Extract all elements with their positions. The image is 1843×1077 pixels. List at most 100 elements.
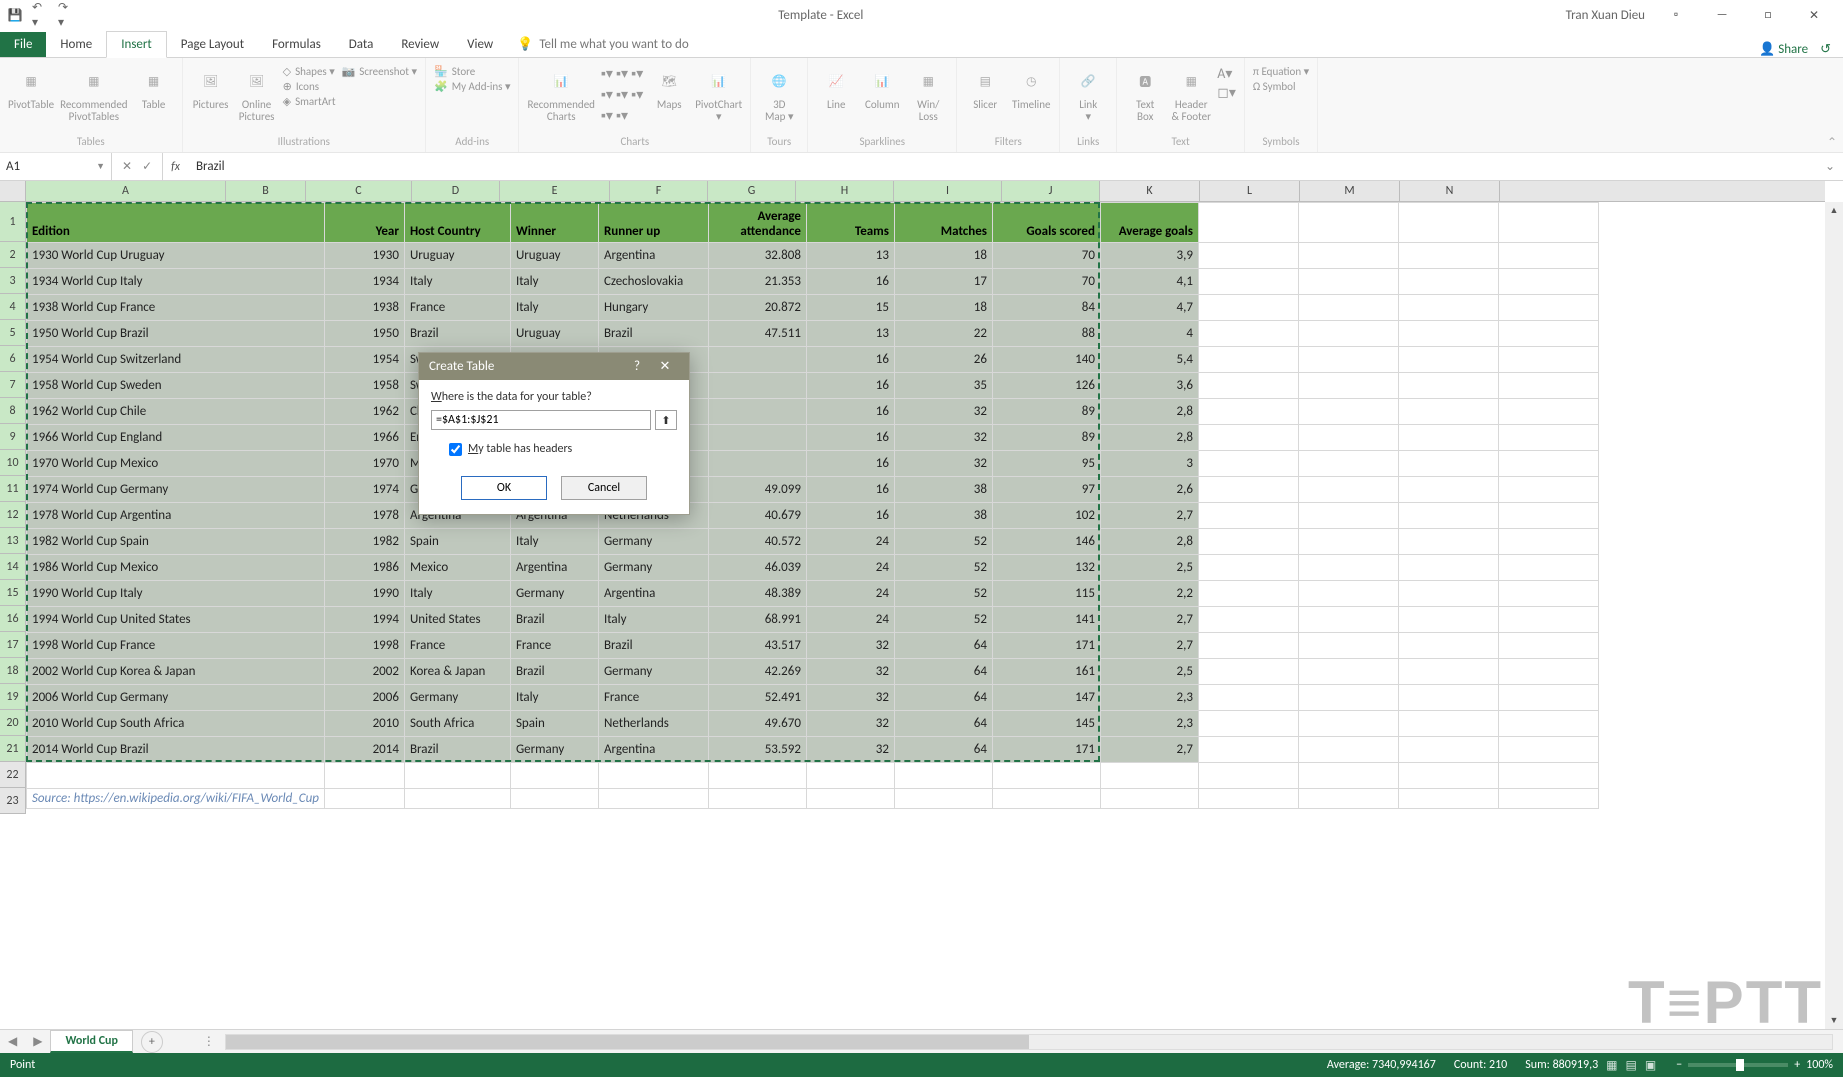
col-A[interactable]: A <box>26 181 226 201</box>
range-picker-icon[interactable]: ⬆ <box>655 410 677 430</box>
view-normal-icon[interactable]: ▦ <box>1606 1058 1617 1073</box>
row-23[interactable]: 23 <box>0 788 25 814</box>
col-E[interactable]: E <box>500 181 610 201</box>
row-17[interactable]: 17 <box>0 632 25 658</box>
col-F[interactable]: F <box>610 181 708 201</box>
dialog-close-icon[interactable]: ✕ <box>651 359 679 374</box>
row-14[interactable]: 14 <box>0 554 25 580</box>
column-headers[interactable]: ABCDEFGHIJKLMN <box>26 181 1825 202</box>
collapse-ribbon-icon[interactable]: ⌃ <box>1827 135 1837 150</box>
col-H[interactable]: H <box>796 181 894 201</box>
col-K[interactable]: K <box>1100 181 1200 201</box>
row-4[interactable]: 4 <box>0 294 25 320</box>
tab-formulas[interactable]: Formulas <box>258 32 335 57</box>
3d-map-button[interactable]: 🌐3DMap ▾ <box>759 65 799 123</box>
zoom-out-icon[interactable]: − <box>1676 1058 1682 1072</box>
enter-formula-icon[interactable]: ✓ <box>142 159 152 174</box>
tab-page-layout[interactable]: Page Layout <box>167 32 258 57</box>
row-15[interactable]: 15 <box>0 580 25 606</box>
col-D[interactable]: D <box>412 181 500 201</box>
share-button[interactable]: 👤 Share <box>1759 42 1808 57</box>
screenshot-button[interactable]: 📷 Screenshot ▾ <box>342 65 417 78</box>
row-21[interactable]: 21 <box>0 736 25 762</box>
row-19[interactable]: 19 <box>0 684 25 710</box>
ok-button[interactable]: OK <box>461 476 547 500</box>
spreadsheet-grid[interactable]: ABCDEFGHIJKLMN 1234567891011121314151617… <box>0 181 1843 1029</box>
add-sheet-icon[interactable]: + <box>141 1031 163 1053</box>
cancel-button[interactable]: Cancel <box>561 476 647 500</box>
row-headers[interactable]: 1234567891011121314151617181920212223 <box>0 202 26 814</box>
zoom-level[interactable]: 100% <box>1806 1058 1833 1072</box>
row-1[interactable]: 1 <box>0 202 25 242</box>
row-20[interactable]: 20 <box>0 710 25 736</box>
col-J[interactable]: J <box>1002 181 1100 201</box>
scroll-down-icon[interactable]: ▼ <box>1827 1012 1842 1029</box>
zoom-slider[interactable] <box>1688 1063 1788 1067</box>
maps-button[interactable]: 🗺Maps <box>649 65 689 111</box>
row-12[interactable]: 12 <box>0 502 25 528</box>
col-I[interactable]: I <box>894 181 1002 201</box>
sheet-tab-worldcup[interactable]: World Cup <box>50 1030 132 1053</box>
row-18[interactable]: 18 <box>0 658 25 684</box>
shapes-button[interactable]: ◇ Shapes ▾ <box>283 65 336 78</box>
tab-insert[interactable]: Insert <box>106 31 167 58</box>
undo-icon[interactable]: ↶ ▾ <box>32 6 50 24</box>
dialog-help-icon[interactable]: ? <box>623 359 651 374</box>
pictures-button[interactable]: 🖼Pictures <box>191 65 231 111</box>
tab-review[interactable]: Review <box>387 32 453 57</box>
row-6[interactable]: 6 <box>0 346 25 372</box>
header-footer-button[interactable]: ▦Header& Footer <box>1171 65 1211 123</box>
redo-icon[interactable]: ↷ ▾ <box>58 6 76 24</box>
row-11[interactable]: 11 <box>0 476 25 502</box>
tab-view[interactable]: View <box>453 32 507 57</box>
tab-data[interactable]: Data <box>335 32 388 57</box>
recommended-charts-button[interactable]: 📊RecommendedCharts <box>527 65 594 123</box>
pivottable-button[interactable]: ▦PivotTable <box>8 65 54 111</box>
store-button[interactable]: 🏪 Store <box>434 65 510 78</box>
name-box[interactable]: A1▼ <box>0 153 112 180</box>
col-M[interactable]: M <box>1300 181 1400 201</box>
col-G[interactable]: G <box>708 181 796 201</box>
close-icon[interactable]: ✕ <box>1791 0 1837 30</box>
view-page-layout-icon[interactable]: ▤ <box>1626 1058 1637 1073</box>
range-input[interactable] <box>431 410 651 430</box>
row-5[interactable]: 5 <box>0 320 25 346</box>
maximize-icon[interactable]: □ <box>1745 0 1791 30</box>
row-10[interactable]: 10 <box>0 450 25 476</box>
row-7[interactable]: 7 <box>0 372 25 398</box>
formula-input[interactable]: Brazil <box>188 159 1817 174</box>
sheet-nav-next-icon[interactable]: ▶ <box>25 1034 50 1049</box>
row-2[interactable]: 2 <box>0 242 25 268</box>
sparkline-winloss-button[interactable]: ▦Win/Loss <box>908 65 948 123</box>
view-page-break-icon[interactable]: ▣ <box>1645 1058 1656 1073</box>
select-all-corner[interactable] <box>0 181 26 202</box>
recommended-pivottables-button[interactable]: ▦RecommendedPivotTables <box>60 65 127 123</box>
icons-button[interactable]: ⊕ Icons <box>283 80 336 93</box>
sparkline-column-button[interactable]: 📊Column <box>862 65 902 111</box>
row-9[interactable]: 9 <box>0 424 25 450</box>
fx-icon[interactable]: fx <box>163 160 188 174</box>
col-L[interactable]: L <box>1200 181 1300 201</box>
tab-home[interactable]: Home <box>46 32 106 57</box>
col-C[interactable]: C <box>306 181 412 201</box>
zoom-in-icon[interactable]: + <box>1794 1058 1800 1072</box>
expand-formula-bar-icon[interactable]: ⌄ <box>1817 159 1843 174</box>
row-13[interactable]: 13 <box>0 528 25 554</box>
ribbon-opts-icon[interactable]: ▫ <box>1653 0 1699 30</box>
tell-me[interactable]: 💡 Tell me what you want to do <box>507 32 699 57</box>
link-button[interactable]: 🔗Link▾ <box>1068 65 1108 123</box>
row-3[interactable]: 3 <box>0 268 25 294</box>
cancel-formula-icon[interactable]: ✕ <box>122 159 132 174</box>
my-addins-button[interactable]: 🧩 My Add-ins ▾ <box>434 80 510 93</box>
col-N[interactable]: N <box>1400 181 1500 201</box>
online-pictures-button[interactable]: 🖼OnlinePictures <box>237 65 277 123</box>
sparkline-line-button[interactable]: 📈Line <box>816 65 856 111</box>
textbox-button[interactable]: 🅰TextBox <box>1125 65 1165 123</box>
row-16[interactable]: 16 <box>0 606 25 632</box>
row-8[interactable]: 8 <box>0 398 25 424</box>
timeline-button[interactable]: ◷Timeline <box>1011 65 1051 111</box>
vertical-scrollbar[interactable]: ▲ ▼ <box>1825 202 1843 1029</box>
row-22[interactable]: 22 <box>0 762 25 788</box>
dialog-titlebar[interactable]: Create Table ? ✕ <box>419 353 689 380</box>
equation-button[interactable]: π Equation ▾ <box>1253 65 1309 78</box>
